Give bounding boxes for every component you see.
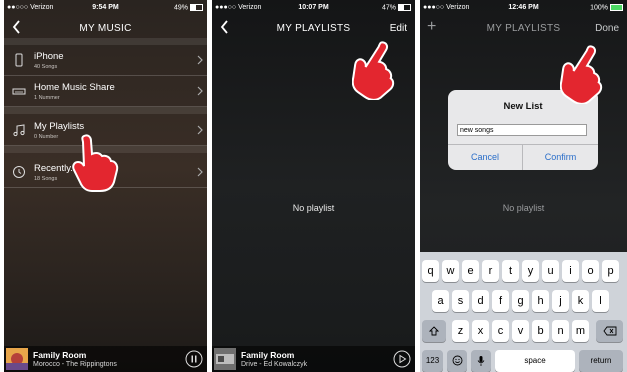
key-o[interactable]: o	[582, 260, 599, 282]
now-playing-room: Family Room	[33, 350, 87, 360]
battery-icon	[610, 4, 623, 11]
music-share-icon	[12, 88, 26, 95]
key-i[interactable]: i	[562, 260, 579, 282]
shift-icon	[428, 326, 440, 336]
status-bar: ●●●○○ Verizon 10:07 PM 47%	[212, 0, 415, 16]
battery-icon	[398, 4, 411, 11]
list-item-label: iPhone	[34, 51, 64, 62]
pointing-hand-icon	[352, 41, 395, 100]
now-playing-bar[interactable]: Family Room Drive - Ed Kowalczyk	[212, 346, 415, 372]
battery-icon	[190, 4, 203, 11]
nav-bar: MY PLAYLISTS Edit	[212, 16, 415, 42]
key-x[interactable]: x	[472, 320, 489, 342]
chevron-right-icon	[197, 125, 203, 135]
now-playing-track: Drive - Ed Kowalczyk	[241, 361, 308, 368]
now-playing-track: Morocco - The Rippingtons	[33, 361, 117, 368]
status-bar: ●●○○○ Verizon 9:54 PM 49%	[4, 0, 207, 16]
numbers-key[interactable]: 123	[422, 350, 443, 372]
status-bar: ●●●○○ Verizon 12:46 PM 100%	[420, 0, 627, 16]
key-g[interactable]: g	[512, 290, 529, 312]
key-n[interactable]: n	[552, 320, 569, 342]
backspace-key[interactable]	[596, 320, 623, 342]
backspace-icon	[602, 326, 616, 336]
my-playlists-screen: ●●●○○ Verizon 10:07 PM 47% MY PLAYLISTS …	[212, 0, 415, 372]
key-r[interactable]: r	[482, 260, 499, 282]
key-j[interactable]: j	[552, 290, 569, 312]
emoji-key[interactable]	[447, 350, 467, 372]
phone-icon	[15, 53, 23, 67]
pointing-hand-icon	[72, 134, 119, 192]
new-list-screen: ●●●○○ Verizon 12:46 PM 100% + MY PLAYLIS…	[420, 0, 627, 372]
key-v[interactable]: v	[512, 320, 529, 342]
list-item-sub: 1 Nummer	[34, 95, 60, 101]
album-art	[214, 348, 236, 370]
list-item-label: Home Music Share	[34, 82, 115, 93]
return-key[interactable]: return	[579, 350, 623, 372]
emoji-icon	[452, 355, 462, 366]
battery-indicator: 47%	[382, 4, 411, 11]
now-playing-room: Family Room	[241, 350, 295, 360]
nav-bar: + MY PLAYLISTS Done	[420, 16, 627, 42]
clock-icon	[13, 166, 25, 178]
key-a[interactable]: a	[432, 290, 449, 312]
key-t[interactable]: t	[502, 260, 519, 282]
battery-indicator: 49%	[174, 4, 203, 11]
list-item-iphone[interactable]: iPhone 40 Songs	[4, 45, 207, 76]
album-art	[6, 348, 28, 370]
key-b[interactable]: b	[532, 320, 549, 342]
pause-icon[interactable]	[185, 350, 203, 368]
pointing-hand-icon	[560, 45, 603, 104]
now-playing-bar[interactable]: Family Room Morocco - The Rippingtons	[4, 346, 207, 372]
page-title: MY MUSIC	[79, 23, 132, 34]
key-c[interactable]: c	[492, 320, 509, 342]
key-l[interactable]: l	[592, 290, 609, 312]
battery-indicator: 100%	[590, 4, 623, 11]
space-key[interactable]: space	[495, 350, 575, 372]
keyboard: q w e r t y u i o p a s d f g h j k l z …	[420, 252, 627, 372]
key-s[interactable]: s	[452, 290, 469, 312]
key-e[interactable]: e	[462, 260, 479, 282]
key-z[interactable]: z	[452, 320, 469, 342]
key-m[interactable]: m	[572, 320, 589, 342]
key-p[interactable]: p	[602, 260, 619, 282]
key-k[interactable]: k	[572, 290, 589, 312]
confirm-button[interactable]: Confirm	[523, 145, 598, 170]
dictation-key[interactable]	[471, 350, 491, 372]
done-button[interactable]: Done	[595, 23, 619, 34]
list-item-sub: 0 Number	[34, 134, 59, 140]
list-item-sub: 40 Songs	[34, 64, 58, 70]
edit-button[interactable]: Edit	[390, 23, 407, 34]
key-f[interactable]: f	[492, 290, 509, 312]
empty-playlist-message: No playlist	[292, 203, 335, 213]
key-q[interactable]: q	[422, 260, 439, 282]
chevron-right-icon	[197, 167, 203, 177]
key-h[interactable]: h	[532, 290, 549, 312]
key-w[interactable]: w	[442, 260, 459, 282]
page-title: MY PLAYLISTS	[276, 23, 351, 34]
play-icon[interactable]	[393, 350, 411, 368]
key-u[interactable]: u	[542, 260, 559, 282]
chevron-right-icon	[197, 86, 203, 96]
cancel-button[interactable]: Cancel	[448, 145, 523, 170]
list-item-home-music-share[interactable]: Home Music Share 1 Nummer	[4, 76, 207, 107]
my-music-screen: ●●○○○ Verizon 9:54 PM 49% MY MUSIC iPhon…	[4, 0, 207, 372]
key-d[interactable]: d	[472, 290, 489, 312]
list-item-label: My Playlists	[34, 121, 85, 132]
key-y[interactable]: y	[522, 260, 539, 282]
chevron-right-icon	[197, 55, 203, 65]
shift-key[interactable]	[422, 320, 446, 342]
empty-playlist-message: No playlist	[502, 203, 545, 213]
microphone-icon	[477, 355, 485, 366]
list-name-input[interactable]	[457, 124, 587, 136]
list-divider	[4, 38, 207, 45]
dialog-buttons: Cancel Confirm	[448, 144, 598, 170]
list-divider	[4, 107, 207, 114]
list-item-sub: 18 Songs	[34, 176, 58, 182]
music-note-icon	[13, 124, 25, 137]
